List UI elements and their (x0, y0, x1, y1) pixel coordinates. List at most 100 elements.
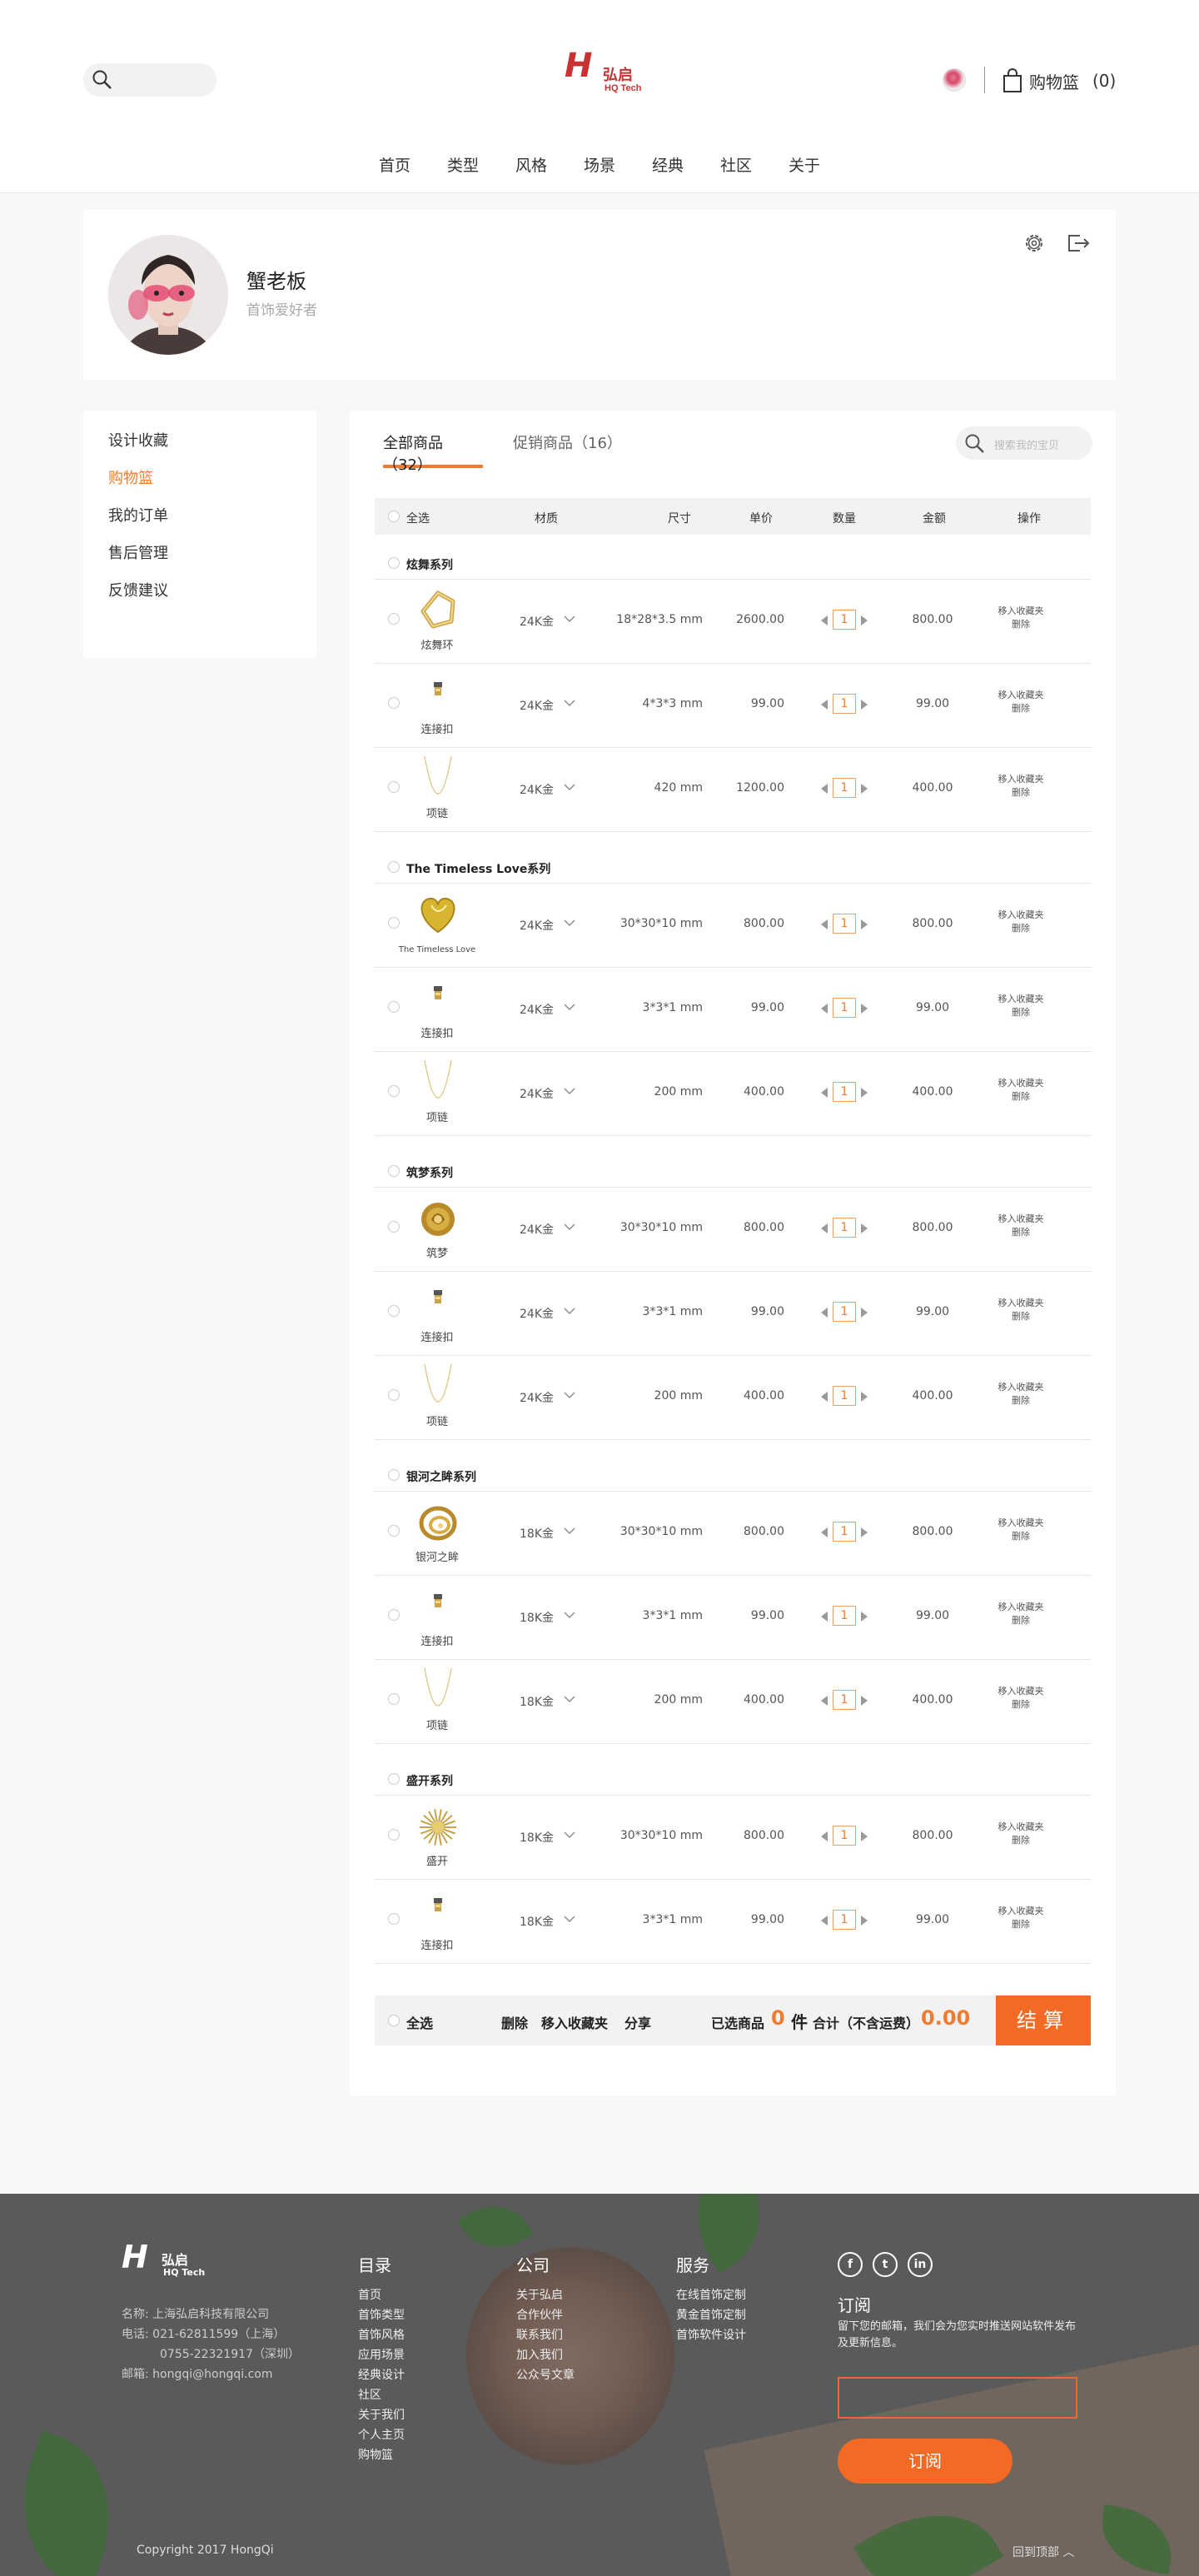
quantity-stepper[interactable]: 1 (819, 996, 869, 1021)
quantity-value[interactable]: 1 (833, 1082, 856, 1102)
footer-link[interactable]: 黄金首饰定制 (676, 2305, 746, 2325)
quantity-stepper[interactable]: 1 (819, 1384, 869, 1409)
decrement-icon[interactable] (821, 1831, 828, 1841)
material-select[interactable]: 24K金 (520, 697, 570, 714)
delete-link[interactable]: 删除 (988, 1226, 1054, 1239)
quantity-value[interactable]: 1 (833, 1386, 856, 1406)
product-name[interactable]: 连接扣 (375, 1328, 500, 1344)
quantity-value[interactable]: 1 (833, 1606, 856, 1626)
checkout-button[interactable]: 结算 (996, 1996, 1091, 2045)
delete-link[interactable]: 删除 (988, 922, 1054, 935)
quantity-stepper[interactable]: 1 (819, 1824, 869, 1849)
quantity-value[interactable]: 1 (833, 694, 856, 714)
decrement-icon[interactable] (821, 1308, 828, 1318)
chevron-down-icon[interactable] (563, 1305, 576, 1317)
twitter-icon[interactable]: t (873, 2252, 898, 2277)
material-select[interactable]: 18K金 (520, 1609, 570, 1626)
delete-link[interactable]: 删除 (988, 1394, 1054, 1408)
material-select[interactable]: 18K金 (520, 1829, 570, 1846)
item-checkbox[interactable] (388, 1221, 400, 1233)
quantity-stepper[interactable]: 1 (819, 608, 869, 633)
chevron-down-icon[interactable] (563, 1085, 576, 1097)
summary-share-button[interactable]: 分享 (624, 2012, 651, 2032)
summary-move-button[interactable]: 移入收藏夹 (541, 2012, 608, 2032)
clasp-icon[interactable] (413, 1584, 463, 1629)
increment-icon[interactable] (861, 784, 868, 794)
settings-button[interactable] (1022, 232, 1046, 255)
product-name[interactable]: 项链 (375, 1717, 500, 1732)
quantity-stepper[interactable]: 1 (819, 776, 869, 801)
product-name[interactable]: 连接扣 (375, 1936, 500, 1952)
footer-link[interactable]: 首页 (358, 2285, 405, 2305)
decrement-icon[interactable] (821, 784, 828, 794)
increment-icon[interactable] (861, 1696, 868, 1706)
material-select[interactable]: 24K金 (520, 781, 570, 798)
quantity-stepper[interactable]: 1 (819, 1520, 869, 1545)
increment-icon[interactable] (861, 1612, 868, 1622)
quantity-value[interactable]: 1 (833, 1690, 856, 1710)
sidebar-item-feedback[interactable]: 反馈建议 (83, 583, 316, 620)
material-select[interactable]: 24K金 (520, 613, 570, 630)
cart-link[interactable]: 购物篮 (0) (1002, 67, 1116, 95)
delete-link[interactable]: 删除 (988, 618, 1054, 631)
profile-avatar[interactable] (108, 235, 228, 355)
series-checkbox[interactable] (388, 861, 400, 873)
product-name[interactable]: 连接扣 (375, 1632, 500, 1648)
footer-link[interactable]: 经典设计 (358, 2365, 405, 2385)
product-name[interactable]: 项链 (375, 1413, 500, 1428)
item-checkbox[interactable] (388, 1085, 400, 1097)
product-name[interactable]: 炫舞环 (375, 636, 500, 652)
series-checkbox[interactable] (388, 1773, 400, 1785)
move-to-favorites-link[interactable]: 移入收藏夹 (988, 689, 1054, 702)
quantity-stepper[interactable]: 1 (819, 692, 869, 717)
chevron-down-icon[interactable] (563, 1389, 576, 1401)
summary-select-all[interactable]: 全选 (406, 2012, 433, 2032)
move-to-favorites-link[interactable]: 移入收藏夹 (988, 1213, 1054, 1226)
footer-link[interactable]: 购物篮 (358, 2445, 405, 2465)
decrement-icon[interactable] (821, 1916, 828, 1926)
sidebar-item-cart[interactable]: 购物篮 (83, 471, 316, 508)
increment-icon[interactable] (861, 919, 868, 929)
delete-link[interactable]: 删除 (988, 702, 1054, 715)
item-checkbox[interactable] (388, 613, 400, 625)
decrement-icon[interactable] (821, 1612, 828, 1622)
chevron-down-icon[interactable] (563, 1525, 576, 1537)
quantity-value[interactable]: 1 (833, 1910, 856, 1930)
delete-link[interactable]: 删除 (988, 1614, 1054, 1627)
quantity-stepper[interactable]: 1 (819, 1216, 869, 1241)
material-select[interactable]: 18K金 (520, 1693, 570, 1710)
summary-select-all-checkbox[interactable] (388, 2015, 400, 2026)
item-checkbox[interactable] (388, 917, 400, 929)
footer-link[interactable]: 加入我们 (516, 2345, 575, 2365)
increment-icon[interactable] (861, 700, 868, 710)
delete-link[interactable]: 删除 (988, 1006, 1054, 1019)
move-to-favorites-link[interactable]: 移入收藏夹 (988, 773, 1054, 786)
footer-link[interactable]: 关于弘启 (516, 2285, 575, 2305)
product-name[interactable]: 筑梦 (375, 1244, 500, 1260)
ring-icon[interactable] (413, 588, 463, 633)
back-to-top-link[interactable]: 回到顶部 ︿ (1012, 2544, 1074, 2560)
summary-delete-button[interactable]: 删除 (501, 2012, 528, 2032)
avatar[interactable] (943, 68, 966, 92)
necklace-icon[interactable] (413, 1667, 463, 1713)
decrement-icon[interactable] (821, 1004, 828, 1014)
chevron-down-icon[interactable] (563, 1001, 576, 1013)
product-name[interactable]: 盛开 (375, 1852, 500, 1868)
footer-link[interactable]: 公众号文章 (516, 2365, 575, 2385)
quantity-stepper[interactable]: 1 (819, 912, 869, 937)
clasp-icon[interactable] (413, 1280, 463, 1325)
brand-logo[interactable]: H 弘启 HQ Tech (565, 47, 651, 97)
chevron-down-icon[interactable] (563, 697, 576, 709)
clasp-icon[interactable] (413, 672, 463, 717)
move-to-favorites-link[interactable]: 移入收藏夹 (988, 605, 1054, 618)
increment-icon[interactable] (861, 1088, 868, 1098)
move-to-favorites-link[interactable]: 移入收藏夹 (988, 909, 1054, 922)
quantity-value[interactable]: 1 (833, 1302, 856, 1322)
series-checkbox[interactable] (388, 557, 400, 569)
decrement-icon[interactable] (821, 919, 828, 929)
move-to-favorites-link[interactable]: 移入收藏夹 (988, 1297, 1054, 1310)
material-select[interactable]: 24K金 (520, 1305, 570, 1322)
delete-link[interactable]: 删除 (988, 1918, 1054, 1931)
quantity-value[interactable]: 1 (833, 610, 856, 630)
delete-link[interactable]: 删除 (988, 1310, 1054, 1323)
